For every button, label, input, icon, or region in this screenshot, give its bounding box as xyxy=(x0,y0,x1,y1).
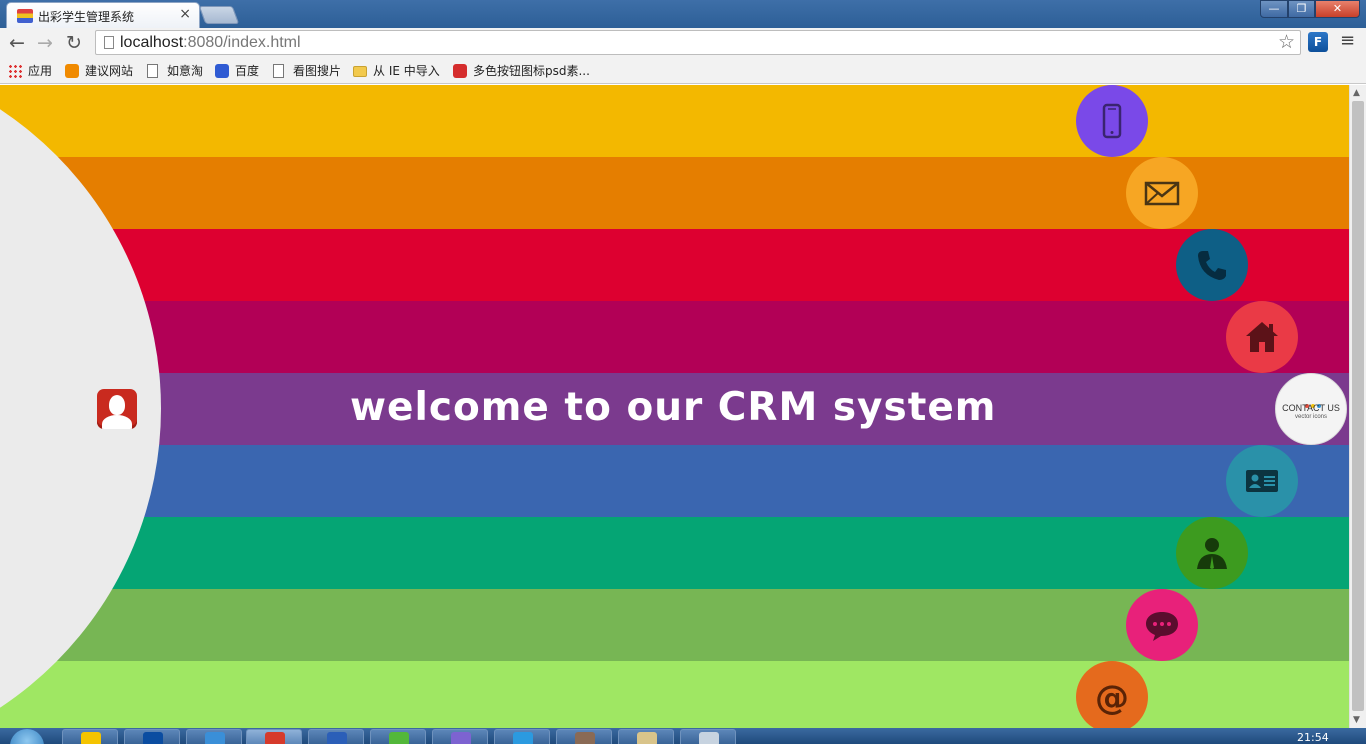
id-card-icon[interactable] xyxy=(1226,445,1298,517)
color-stripe xyxy=(0,229,1349,301)
bookmark-suggested-sites[interactable]: 建议网站 xyxy=(65,62,133,80)
telephone-icon[interactable] xyxy=(1176,229,1248,301)
psd-icon xyxy=(453,64,467,78)
browser-menu-icon[interactable]: ≡ xyxy=(1340,30,1355,51)
user-icon[interactable] xyxy=(1176,517,1248,589)
new-tab-button[interactable] xyxy=(198,6,240,24)
forward-arrow-icon[interactable]: → xyxy=(33,31,57,55)
start-button-icon[interactable] xyxy=(10,729,44,744)
bulb-icon xyxy=(65,64,79,78)
bookmark-label: 从 IE 中导入 xyxy=(373,64,440,78)
bookmark-label: 建议网站 xyxy=(85,64,134,78)
bookmark-image-search[interactable]: 看图搜片 xyxy=(273,62,341,80)
taskbar-app[interactable] xyxy=(556,729,612,744)
contact-us-subtitle: vector icons xyxy=(1294,414,1327,420)
taskbar-app[interactable] xyxy=(680,729,736,744)
tab-title: 出彩学生管理系统 xyxy=(38,10,135,24)
bookmark-psd-icons[interactable]: 多色按钮图标psd素... xyxy=(453,62,590,80)
reload-icon[interactable]: ↻ xyxy=(62,31,86,55)
taskbar-app[interactable] xyxy=(62,729,118,744)
apps-grid-icon xyxy=(8,64,22,78)
svg-text:@: @ xyxy=(1095,679,1129,715)
scroll-down-arrow-icon[interactable]: ▼ xyxy=(1353,715,1360,725)
scrollbar-thumb[interactable] xyxy=(1352,101,1364,711)
window-minimize-button[interactable]: — xyxy=(1260,0,1288,18)
browser-tab[interactable]: 出彩学生管理系统 × xyxy=(6,2,200,28)
bookmark-label: 如意淘 xyxy=(167,64,204,78)
page-icon xyxy=(273,64,284,78)
bookmark-baidu[interactable]: 百度 xyxy=(215,62,259,80)
url-path: :8080/index.html xyxy=(183,34,301,51)
taskbar-app[interactable] xyxy=(124,729,180,744)
bookmark-label: 应用 xyxy=(28,64,53,78)
bookmark-apps[interactable]: 应用 xyxy=(8,62,52,80)
bookmark-ruyitao[interactable]: 如意淘 xyxy=(147,62,203,80)
site-favicon-icon xyxy=(17,9,33,23)
contact-us-title: CONTACT US xyxy=(1282,403,1340,413)
back-arrow-icon[interactable]: ← xyxy=(5,31,29,55)
page-icon xyxy=(104,36,114,49)
bookmarks-bar: 应用 建议网站 如意淘 百度 看图搜片 从 IE 中导入 多色按钮图标psd素.… xyxy=(0,58,1366,84)
taskbar-app[interactable] xyxy=(494,729,550,744)
bookmark-label: 看图搜片 xyxy=(293,64,342,78)
extension-icon[interactable]: F xyxy=(1308,32,1328,52)
folder-icon xyxy=(353,66,367,77)
color-stripe xyxy=(0,445,1349,517)
taskbar-app[interactable] xyxy=(308,729,364,744)
user-avatar-icon[interactable] xyxy=(97,389,137,429)
color-stripe xyxy=(0,301,1349,373)
windows-taskbar: 21:54 xyxy=(0,728,1366,744)
chat-bubble-icon[interactable] xyxy=(1126,589,1198,661)
address-bar[interactable]: localhost:8080/index.html ☆ xyxy=(95,30,1301,55)
color-dots xyxy=(1303,393,1323,408)
envelope-icon[interactable] xyxy=(1126,157,1198,229)
taskbar-app[interactable] xyxy=(186,729,242,744)
taskbar-app[interactable] xyxy=(618,729,674,744)
url-text[interactable]: localhost:8080/index.html xyxy=(120,34,301,52)
baidu-paw-icon xyxy=(215,64,229,78)
url-host: localhost xyxy=(120,34,184,51)
window-close-button[interactable]: ✕ xyxy=(1315,0,1360,18)
taskbar-app[interactable] xyxy=(370,729,426,744)
page-content: welcome to our CRM system CONTACT US vec… xyxy=(0,85,1349,728)
browser-title-bar: 出彩学生管理系统 × — ❐ ✕ xyxy=(0,0,1366,28)
color-stripe xyxy=(0,517,1349,589)
welcome-heading: welcome to our CRM system xyxy=(350,385,997,430)
scroll-up-arrow-icon[interactable]: ▲ xyxy=(1353,88,1360,98)
browser-toolbar: ← → ↻ localhost:8080/index.html ☆ F ≡ xyxy=(0,28,1366,58)
taskbar-app[interactable] xyxy=(432,729,488,744)
mobile-phone-icon[interactable] xyxy=(1076,85,1148,157)
bookmark-label: 百度 xyxy=(235,64,260,78)
at-sign-icon[interactable]: @ xyxy=(1076,661,1148,728)
window-maximize-button[interactable]: ❐ xyxy=(1288,0,1315,18)
tab-close-button[interactable]: × xyxy=(179,6,191,22)
page-scrollbar[interactable]: ▲ ▼ xyxy=(1349,85,1366,728)
taskbar-clock[interactable]: 21:54 xyxy=(1297,731,1329,744)
bookmark-import-ie[interactable]: 从 IE 中导入 xyxy=(353,62,440,80)
home-icon[interactable] xyxy=(1226,301,1298,373)
taskbar-app-chrome[interactable] xyxy=(246,729,302,744)
contact-us-badge[interactable]: CONTACT US vector icons xyxy=(1275,373,1347,445)
page-icon xyxy=(147,64,158,78)
bookmark-star-icon[interactable]: ☆ xyxy=(1278,31,1295,53)
bookmark-label: 多色按钮图标psd素... xyxy=(473,64,590,78)
